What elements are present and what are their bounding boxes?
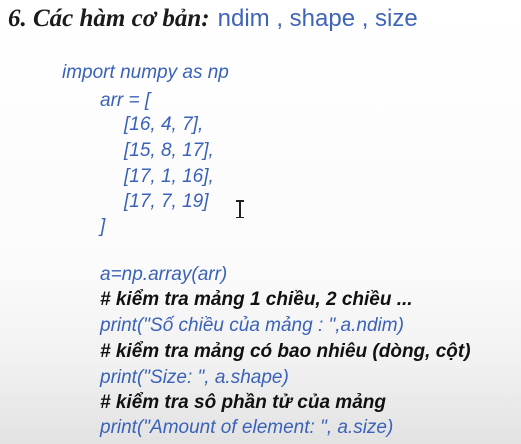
code-comment-ndim: # kiểm tra mảng 1 chiều, 2 chiều ... [100, 289, 413, 310]
slide-heading: 6. Các hàm cơ bản: ndim , shape , size [8, 4, 418, 37]
code-line-arr-close: ] [100, 216, 106, 237]
text-cursor-icon [236, 200, 244, 218]
code-line-row-2: [15, 8, 17], [124, 140, 214, 161]
code-comment-shape: # kiểm tra mảng có bao nhiêu (dòng, cột) [100, 341, 471, 362]
code-line-row-3: [17, 1, 16], [124, 166, 214, 187]
code-line-array-call: a=np.array(arr) [100, 264, 228, 285]
code-line-print-size: print("Amount of element: ", a.size) [100, 417, 394, 438]
code-line-print-shape: print("Size: ", a.shape) [100, 367, 289, 388]
code-line-import: import numpy as np [62, 62, 229, 83]
code-comment-size: # kiểm tra sô phần tử của mảng [100, 392, 386, 413]
heading-title: 6. Các hàm cơ bản: [8, 5, 210, 32]
code-line-arr-open: arr = [ [100, 90, 151, 111]
code-line-print-ndim: print("Số chiều của mảng : ",a.ndim) [100, 315, 404, 336]
slide: 6. Các hàm cơ bản: ndim , shape , size i… [0, 0, 521, 444]
heading-functions: ndim , shape , size [217, 5, 418, 32]
code-line-row-4: [17, 7, 19] [124, 191, 209, 212]
code-line-row-1: [16, 4, 7], [124, 114, 204, 135]
